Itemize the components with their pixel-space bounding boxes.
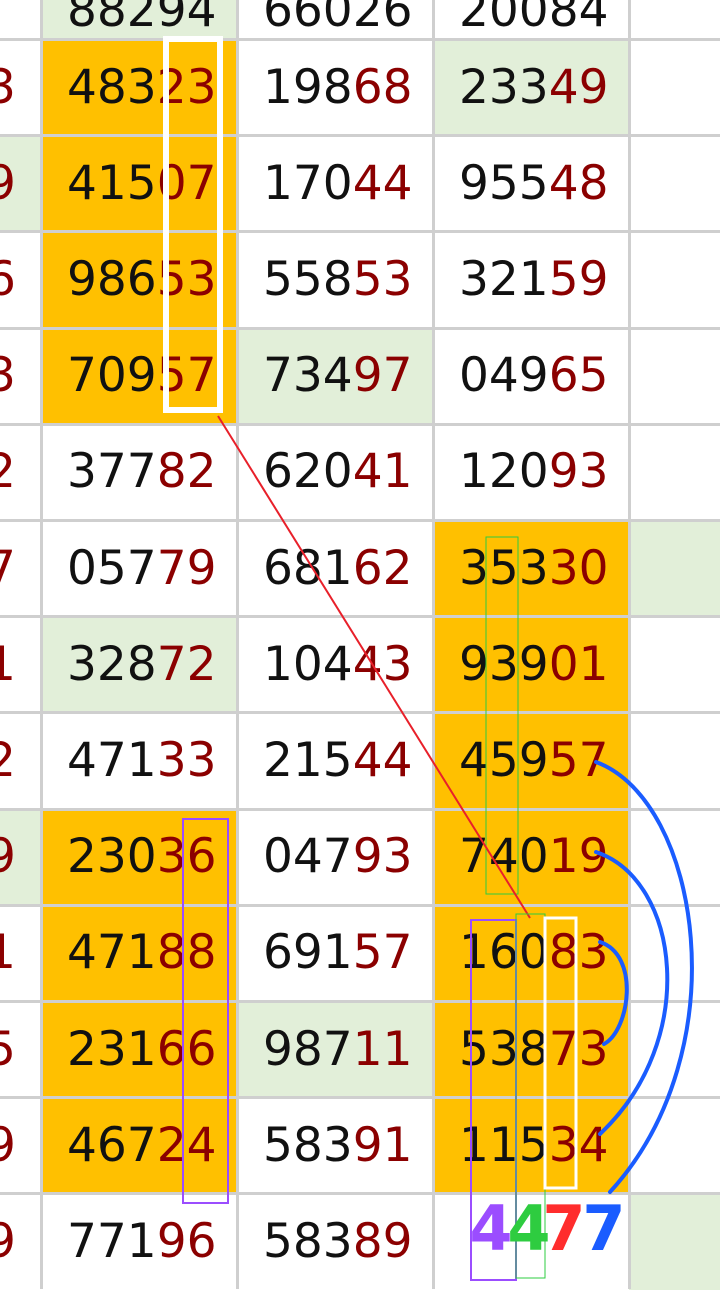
blue-arc — [598, 940, 629, 1046]
blue-arc — [594, 850, 670, 1136]
white-highlight-box — [163, 36, 223, 413]
white-highlight-box — [543, 916, 578, 1190]
green-highlight-box — [485, 536, 519, 895]
handwritten-digit: 7 — [582, 1192, 625, 1265]
handwritten-digit: 4 — [469, 1192, 512, 1265]
connector-line — [217, 415, 531, 919]
blue-arc — [594, 760, 694, 1194]
annotation-overlay: 4477 — [163, 36, 694, 1281]
handwritten-digit: 7 — [542, 1192, 585, 1265]
purple-highlight-box — [182, 818, 229, 1204]
